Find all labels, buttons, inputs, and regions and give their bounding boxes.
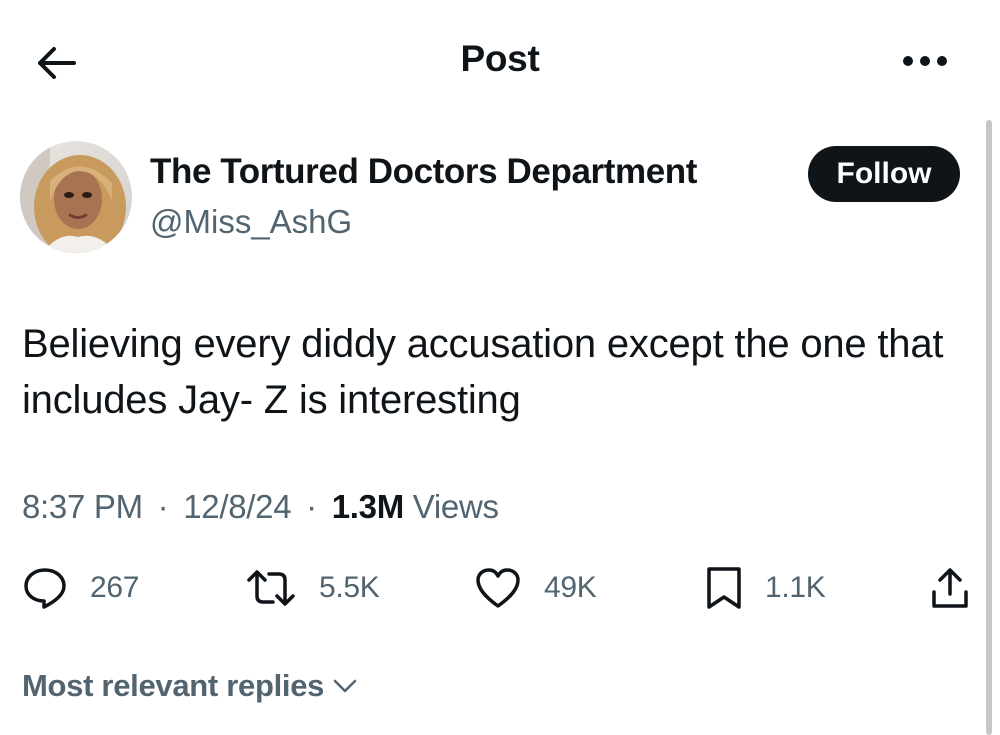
more-options-button[interactable] [895,46,955,76]
replies-sort-label: Most relevant replies [22,668,325,703]
heart-icon [476,568,520,608]
follow-button[interactable]: Follow [808,146,960,202]
post-date: 12/8/24 [183,488,292,525]
post-time: 8:37 PM [22,488,143,525]
like-button[interactable]: 49K [474,560,597,616]
post-text: Believing every diddy accusation except … [22,322,944,422]
like-count: 49K [544,571,597,604]
top-bar: Post [0,0,1000,120]
avatar-image [20,141,132,253]
scrollbar[interactable] [986,120,992,735]
page-title: Post [460,38,540,79]
share-icon [932,568,968,608]
reply-button[interactable]: 267 [22,560,139,616]
bookmark-count: 1.1K [765,571,826,604]
reply-icon [24,568,66,609]
author-display-name[interactable]: The Tortured Doctors Department [150,152,697,192]
replies-sort-dropdown[interactable]: Most relevant replies [22,668,358,704]
reply-count: 267 [90,571,140,604]
views-label: Views [412,488,499,525]
ellipsis-icon [903,56,947,66]
meta-separator: · [157,488,169,525]
repost-button[interactable]: 5.5K [245,560,380,616]
author-handle[interactable]: @Miss_AshG [150,203,352,241]
bookmark-button[interactable]: 1.1K [705,560,826,616]
post-meta: 8:37 PM · 12/8/24 · 1.3M Views [22,488,499,526]
chevron-down-icon [333,679,357,693]
avatar[interactable] [20,141,132,253]
share-button[interactable] [928,560,972,616]
repost-icon [247,570,295,606]
bookmark-icon [707,567,741,609]
views-count[interactable]: 1.3M [332,488,404,525]
repost-count: 5.5K [319,571,380,604]
action-bar: 267 5.5K 49K 1.1K [0,560,1000,616]
meta-separator: · [306,488,317,525]
